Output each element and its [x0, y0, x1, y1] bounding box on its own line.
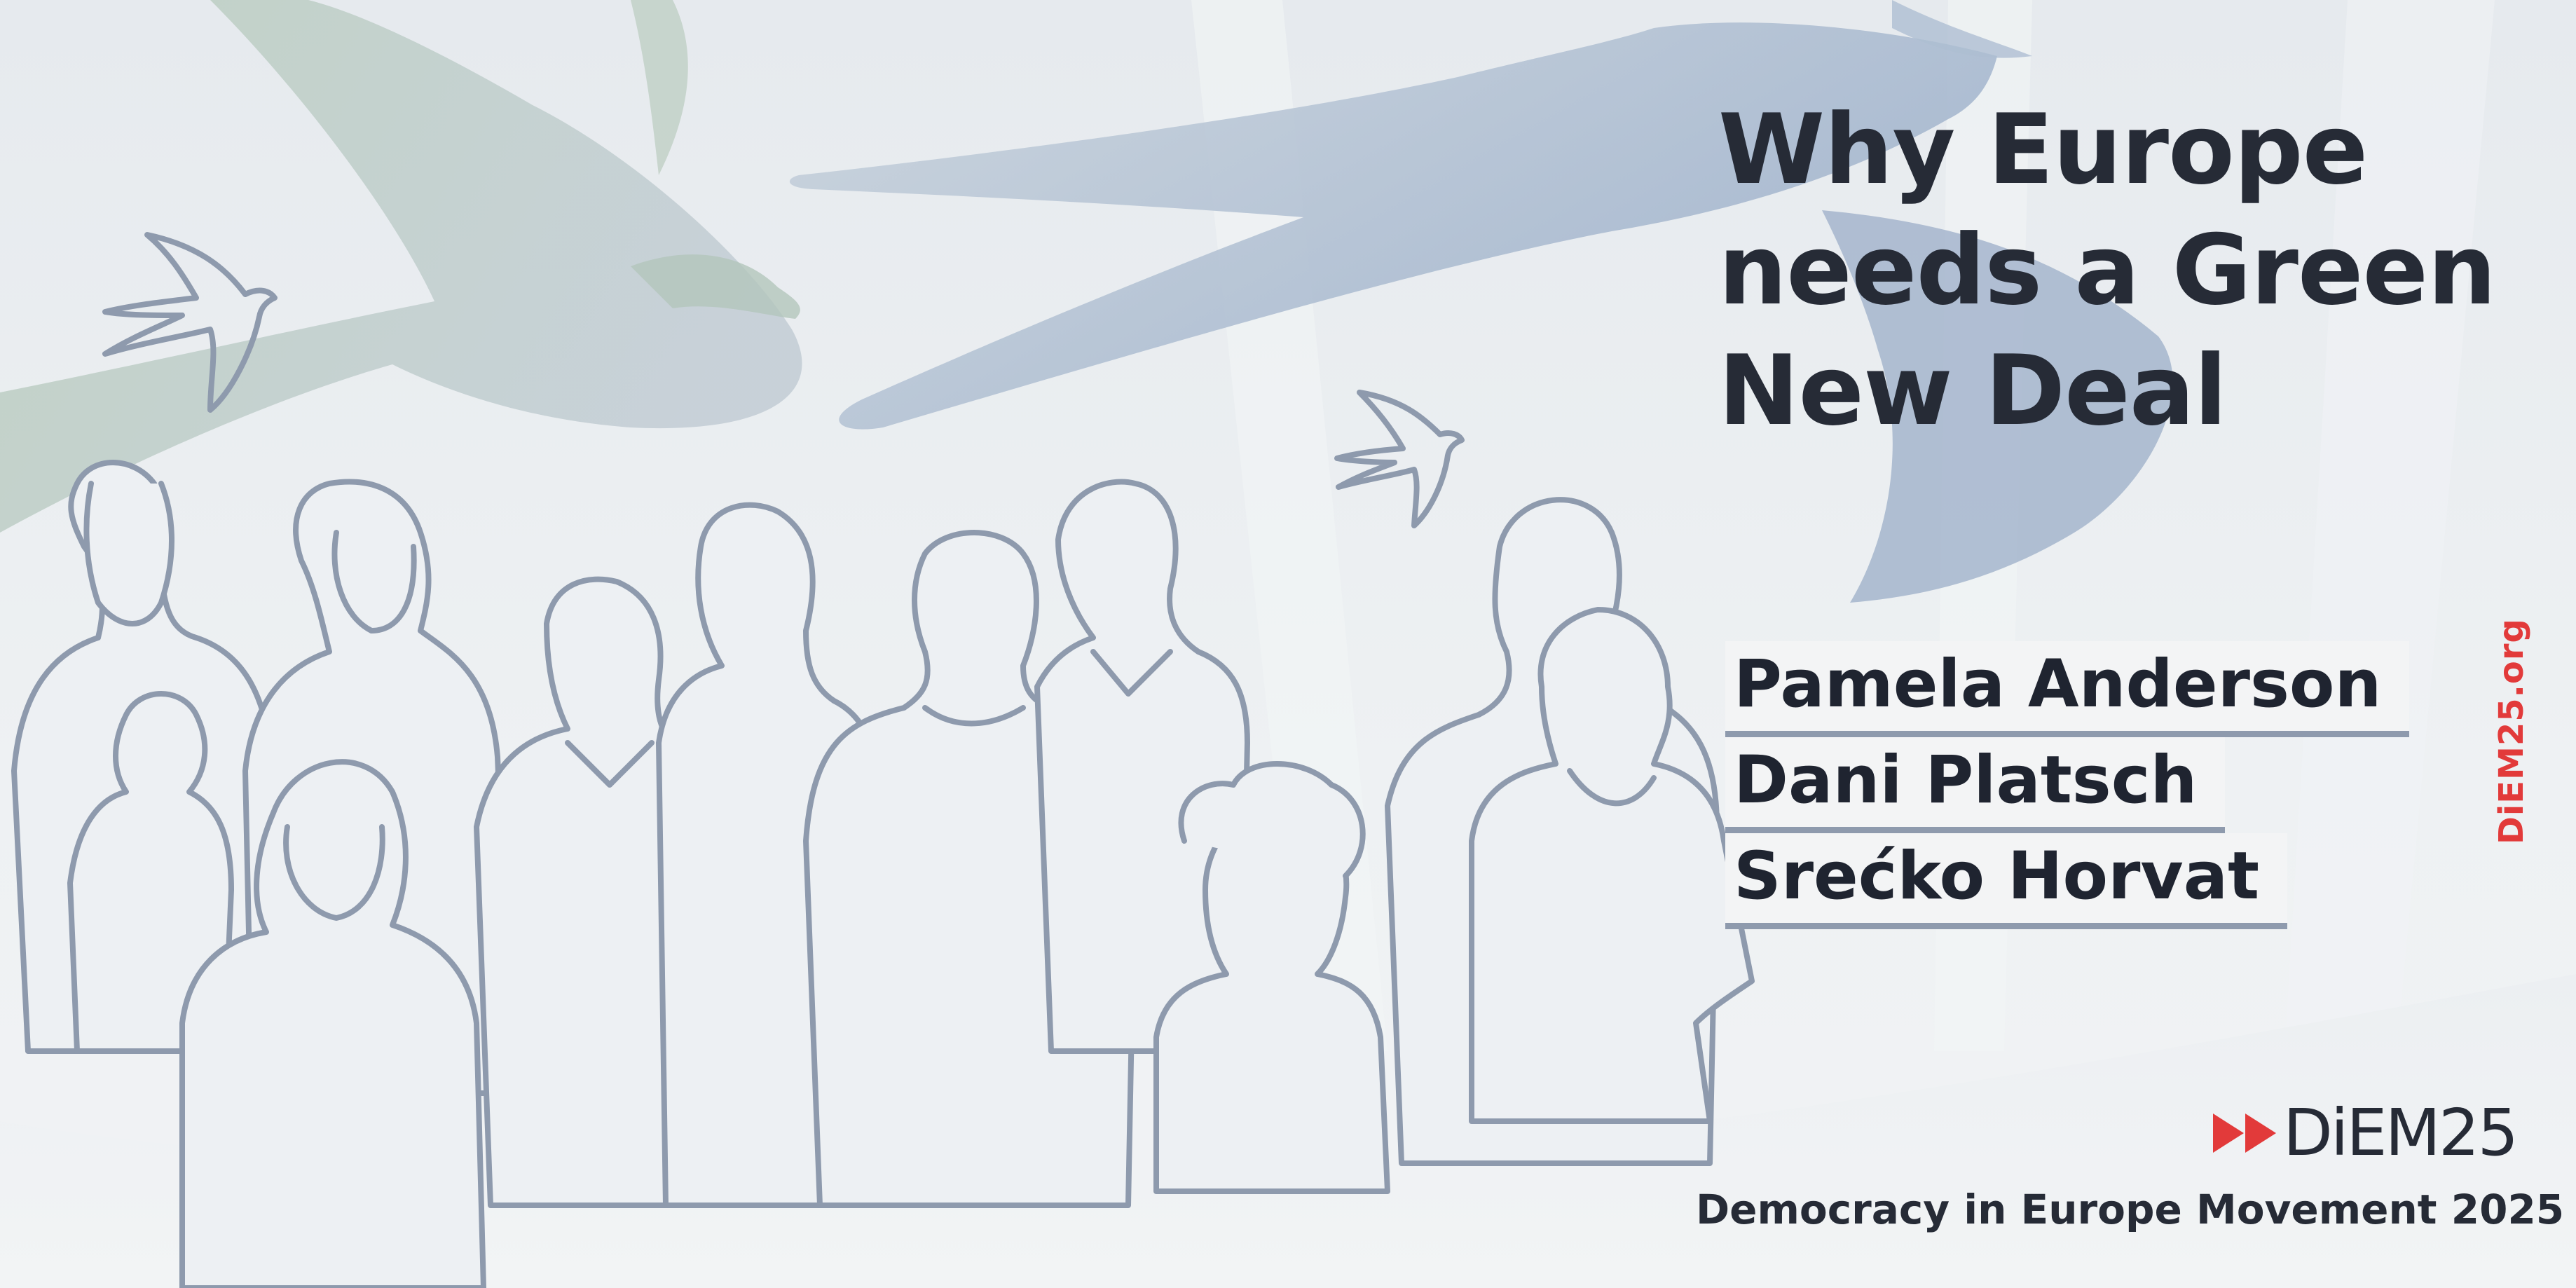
diem25-logo: DiEM25	[2212, 1095, 2519, 1170]
small-swallow-icon	[1334, 390, 1465, 528]
logo-wordmark: DiEM25	[2283, 1095, 2519, 1170]
tagline: Democracy in Europe Movement 2025	[1696, 1186, 2565, 1233]
speaker-list: Pamela Anderson Dani Platsch Srećko Horv…	[1725, 641, 2496, 929]
large-green-swallow-icon	[0, 0, 802, 533]
crowd-illustration	[11, 460, 1755, 1288]
speaker-name: Dani Platsch	[1725, 737, 2226, 833]
speaker-name: Pamela Anderson	[1725, 641, 2410, 737]
poster-title: Why Europe needs a Green New Deal	[1718, 93, 2496, 447]
speaker-name: Srećko Horvat	[1725, 833, 2288, 929]
poster-canvas: Why Europe needs a Green New Deal Pamela…	[0, 0, 2576, 1288]
person-outline	[1034, 479, 1250, 1054]
website-url: DiEM25.org	[2492, 618, 2531, 844]
double-play-arrows-icon	[2213, 1114, 2276, 1153]
